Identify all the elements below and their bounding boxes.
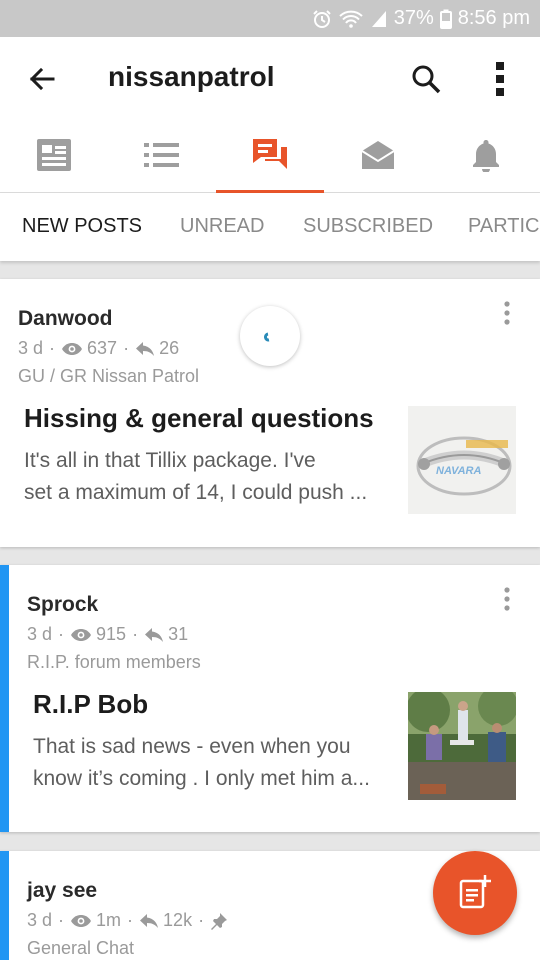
new-post-button[interactable] — [433, 851, 517, 935]
list-icon — [144, 142, 180, 173]
forum-name[interactable]: R.I.P. forum members — [27, 652, 201, 673]
views-icon — [62, 342, 83, 355]
post-meta: 3 d · 637 · 26 — [18, 338, 180, 358]
excerpt-line: That is sad news - even when you — [33, 735, 351, 758]
views-icon — [71, 628, 92, 641]
forum-name[interactable]: General Chat — [27, 938, 134, 959]
tab-list[interactable] — [108, 121, 216, 193]
post-age: 3 d — [27, 624, 53, 644]
replies-count: 26 — [159, 338, 180, 358]
replies-count: 12k — [163, 910, 193, 930]
notifications-icon — [471, 138, 501, 177]
post-title[interactable]: Hissing & general questions — [24, 403, 374, 434]
post-author[interactable]: jay see — [27, 879, 97, 903]
post-menu-icon[interactable] — [495, 581, 519, 617]
more-vert-icon[interactable] — [482, 59, 518, 99]
tab-notifications[interactable] — [432, 121, 540, 193]
forum-name[interactable]: GU / GR Nissan Patrol — [18, 366, 199, 387]
post-meta: 3 d · 1m · 12k · — [27, 910, 232, 931]
replies-icon — [145, 627, 164, 642]
thumbnail-logo-text: NAVARA — [436, 465, 481, 477]
search-icon[interactable] — [406, 59, 446, 99]
views-icon — [71, 914, 92, 927]
loading-spinner — [240, 306, 300, 366]
new-post-icon — [457, 873, 493, 914]
pin-icon — [211, 912, 228, 930]
post-age: 3 d — [18, 338, 44, 358]
excerpt-line: It's all in that Tillix package. I've — [24, 449, 316, 472]
inbox-icon — [360, 139, 396, 176]
wifi-icon — [338, 9, 364, 29]
replies-icon — [140, 913, 159, 928]
post-title[interactable]: R.I.P Bob — [33, 689, 148, 720]
battery-percent: 37% — [393, 7, 434, 29]
signal-icon — [370, 9, 388, 29]
tab-subscribed[interactable]: SUBSCRIBED — [303, 215, 433, 238]
clock: 8:56 pm — [457, 7, 530, 29]
post-excerpt: That is sad news - even when you know it… — [33, 731, 395, 795]
views-count: 1m — [96, 910, 122, 930]
post-meta: 3 d · 915 · 31 — [27, 624, 189, 644]
forum-home-icon — [36, 138, 72, 177]
tab-unread[interactable]: UNREAD — [180, 215, 264, 238]
tab-discussions[interactable] — [216, 121, 324, 193]
sub-tab-bar: NEW POSTS UNREAD SUBSCRIBED PARTIC — [0, 193, 540, 261]
excerpt-line: know it’s coming . I only met him a... — [33, 767, 370, 790]
replies-icon — [136, 341, 155, 356]
post-author[interactable]: Sprock — [27, 593, 98, 617]
icon-tab-bar — [0, 121, 540, 193]
post-age: 3 d — [27, 910, 53, 930]
tab-new-posts[interactable]: NEW POSTS — [22, 215, 142, 238]
discussions-icon — [251, 137, 289, 178]
tab-participated[interactable]: PARTIC — [468, 215, 540, 238]
tab-forum-home[interactable] — [0, 121, 108, 193]
excerpt-line: set a maximum of 14, I could push ... — [24, 481, 368, 504]
alarm-icon — [312, 9, 332, 29]
back-arrow-icon[interactable] — [22, 59, 62, 99]
views-count: 637 — [87, 338, 118, 358]
battery-icon — [439, 9, 452, 29]
replies-count: 31 — [168, 624, 189, 644]
views-count: 915 — [96, 624, 127, 644]
tab-inbox[interactable] — [324, 121, 432, 193]
post-author[interactable]: Danwood — [18, 307, 113, 331]
post-menu-icon[interactable] — [495, 295, 519, 331]
app-bar: nissanpatrol — [0, 37, 540, 121]
post-card[interactable]: Sprock 3 d · 915 · 31 R.I.P. forum membe… — [0, 565, 540, 832]
post-thumbnail[interactable] — [408, 692, 516, 800]
post-thumbnail[interactable]: NAVARA — [408, 406, 516, 514]
page-title: nissanpatrol — [108, 61, 275, 92]
status-bar: 37% 8:56 pm — [0, 0, 540, 37]
post-excerpt: It's all in that Tillix package. I've se… — [24, 445, 394, 509]
